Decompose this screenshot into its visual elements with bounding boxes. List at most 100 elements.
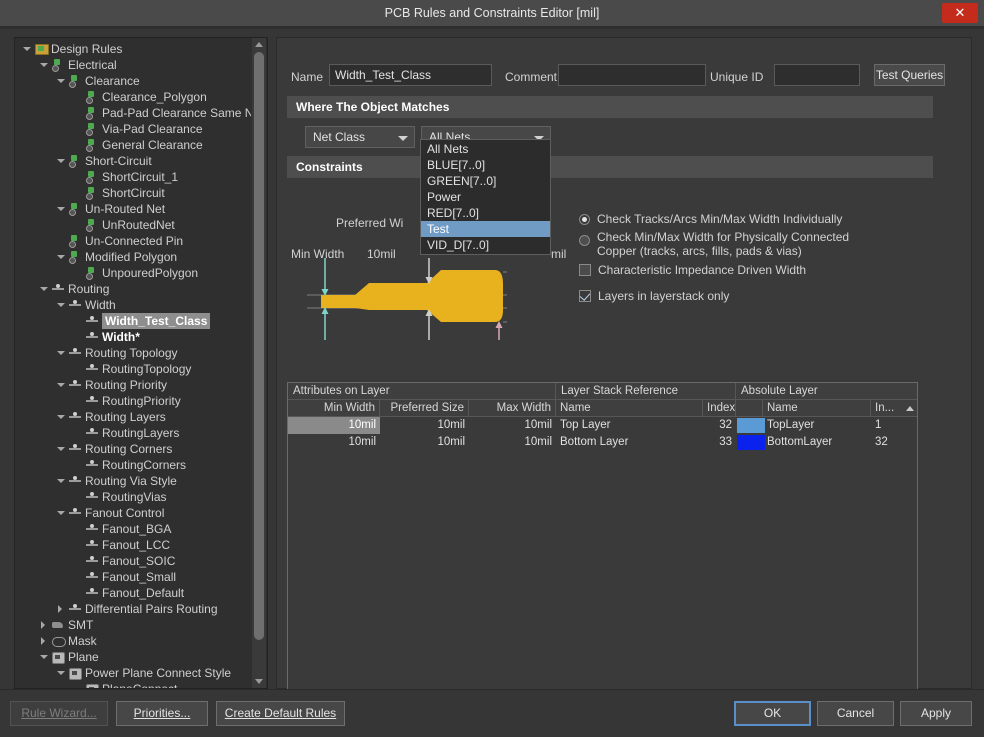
chevron-right-icon[interactable]	[41, 637, 45, 645]
column-header-preferred-size[interactable]: Preferred Size	[380, 400, 469, 417]
close-icon[interactable]: ✕	[942, 3, 978, 23]
ok-button[interactable]: OK	[734, 701, 811, 726]
tree-item-general-clearance[interactable]: General Clearance	[15, 137, 251, 153]
chevron-down-icon[interactable]	[40, 287, 48, 291]
tree-item-planeconnect[interactable]: PlaneConnect	[15, 681, 251, 688]
tree-item-fanout-lcc[interactable]: Fanout_LCC	[15, 537, 251, 553]
chevron-down-icon[interactable]	[57, 207, 65, 211]
tree-item-power-plane-connect-style[interactable]: Power Plane Connect Style	[15, 665, 251, 681]
tree-item-shortcircuit-1[interactable]: ShortCircuit_1	[15, 169, 251, 185]
column-header-abs-name[interactable]: Name	[763, 400, 871, 417]
chevron-down-icon[interactable]	[57, 511, 65, 515]
tree-item-routing-layers[interactable]: Routing Layers	[15, 409, 251, 425]
tree-item-routing-priority[interactable]: Routing Priority	[15, 377, 251, 393]
chevron-down-icon[interactable]	[57, 383, 65, 387]
tree-item-modified-polygon[interactable]: Modified Polygon	[15, 249, 251, 265]
unique-id-input[interactable]	[774, 64, 860, 86]
chevron-up-icon[interactable]	[255, 42, 263, 47]
tree-item-routing-via-style[interactable]: Routing Via Style	[15, 473, 251, 489]
tree-item-clearance-polygon[interactable]: Clearance_Polygon	[15, 89, 251, 105]
rule-wizard-button[interactable]: Rule Wizard...	[10, 701, 108, 726]
chevron-down-icon[interactable]	[57, 671, 65, 675]
tree-item-plane[interactable]: Plane	[15, 649, 251, 665]
chevron-down-icon[interactable]	[255, 679, 263, 684]
tree-item-width-test-class[interactable]: Width_Test_Class	[15, 313, 251, 329]
chevron-down-icon[interactable]	[57, 303, 65, 307]
column-header-color[interactable]	[736, 400, 763, 417]
tree-item-clearance[interactable]: Clearance	[15, 73, 251, 89]
tree-item-fanout-default[interactable]: Fanout_Default	[15, 585, 251, 601]
tree-item-routingvias[interactable]: RoutingVias	[15, 489, 251, 505]
tree-item-fanout-control[interactable]: Fanout Control	[15, 505, 251, 521]
dropdown-option-test[interactable]: Test	[421, 221, 550, 237]
apply-button[interactable]: Apply	[900, 701, 972, 726]
dropdown-option-power[interactable]: Power	[421, 189, 550, 205]
dropdown-option-all-nets[interactable]: All Nets	[421, 141, 550, 157]
layer-color-swatch[interactable]	[737, 418, 765, 433]
tree-item-mask[interactable]: Mask	[15, 633, 251, 649]
priorities-button[interactable]: Priorities...	[116, 701, 208, 726]
tree-item-fanout-small[interactable]: Fanout_Small	[15, 569, 251, 585]
column-header-ls-index[interactable]: Index	[703, 400, 736, 417]
design-rules-tree[interactable]: Design Rules Electrical Clearance Clearance…	[14, 37, 268, 689]
radio-check-individually[interactable]	[579, 214, 590, 225]
chevron-down-icon[interactable]	[57, 255, 65, 259]
tree-item-routingpriority[interactable]: RoutingPriority	[15, 393, 251, 409]
column-header-min-width[interactable]: Min Width	[288, 400, 380, 417]
tree-item-routingtopology[interactable]: RoutingTopology	[15, 361, 251, 377]
tree-item-shortcircuit[interactable]: ShortCircuit	[15, 185, 251, 201]
checkbox-impedance-driven-width[interactable]	[579, 264, 591, 276]
chevron-down-icon[interactable]	[40, 655, 48, 659]
chevron-down-icon[interactable]	[57, 79, 65, 83]
dropdown-option-green-7-0[interactable]: GREEN[7..0]	[421, 173, 550, 189]
chevron-down-icon[interactable]	[40, 63, 48, 67]
layer-color-swatch[interactable]	[737, 435, 765, 450]
dropdown-option-vid-d-7-0[interactable]: VID_D[7..0]	[421, 237, 550, 253]
column-header-abs-index[interactable]: In...	[871, 400, 917, 417]
tree-item-differential-pairs-routing[interactable]: Differential Pairs Routing	[15, 601, 251, 617]
tree-item-via-pad-clearance[interactable]: Via-Pad Clearance	[15, 121, 251, 137]
tree-item-fanout-soic[interactable]: Fanout_SOIC	[15, 553, 251, 569]
tree-item-un-routed-net[interactable]: Un-Routed Net	[15, 201, 251, 217]
create-default-rules-button[interactable]: Create Default Rules	[216, 701, 345, 726]
tree-item-design-rules[interactable]: Design Rules	[15, 41, 251, 57]
chevron-down-icon[interactable]	[57, 447, 65, 451]
chevron-right-icon[interactable]	[58, 605, 62, 613]
tree-item-fanout-bga[interactable]: Fanout_BGA	[15, 521, 251, 537]
name-input[interactable]: Width_Test_Class	[329, 64, 492, 86]
tree-item-smt[interactable]: SMT	[15, 617, 251, 633]
column-header-max-width[interactable]: Max Width	[469, 400, 556, 417]
chevron-down-icon[interactable]	[23, 47, 31, 51]
netclass-dropdown-list[interactable]: All Nets BLUE[7..0] GREEN[7..0] Power RED[7.…	[420, 139, 551, 255]
tree-item-routinglayers[interactable]: RoutingLayers	[15, 425, 251, 441]
tree-scrollbar-thumb[interactable]	[254, 52, 264, 640]
comment-input[interactable]	[558, 64, 706, 86]
cancel-button[interactable]: Cancel	[817, 701, 894, 726]
tree-item-routing-corners[interactable]: Routing Corners	[15, 441, 251, 457]
tree-item-unroutednet[interactable]: UnRoutedNet	[15, 217, 251, 233]
chevron-right-icon[interactable]	[41, 621, 45, 629]
tree-item-width[interactable]: Width	[15, 297, 251, 313]
tree-item-routingcorners[interactable]: RoutingCorners	[15, 457, 251, 473]
chevron-down-icon[interactable]	[57, 159, 65, 163]
chevron-down-icon[interactable]	[57, 351, 65, 355]
test-queries-button[interactable]: Test Queries	[874, 64, 945, 86]
radio-check-connected-copper[interactable]	[579, 235, 590, 246]
column-header-ls-name[interactable]: Name	[556, 400, 703, 417]
dropdown-option-blue-7-0[interactable]: BLUE[7..0]	[421, 157, 550, 173]
tree-item-unpouredpolygon[interactable]: UnpouredPolygon	[15, 265, 251, 281]
chevron-down-icon[interactable]	[57, 415, 65, 419]
tree-item-un-connected-pin[interactable]: Un-Connected Pin	[15, 233, 251, 249]
tree-item-routing-topology[interactable]: Routing Topology	[15, 345, 251, 361]
tree-item-routing[interactable]: Routing	[15, 281, 251, 297]
chevron-down-icon[interactable]	[57, 479, 65, 483]
tree-item-pad-pad-clearance-same-ne[interactable]: Pad-Pad Clearance Same Ne	[15, 105, 251, 121]
scope-combo[interactable]: Net Class	[305, 126, 415, 148]
checkbox-layers-in-layerstack-only[interactable]	[579, 290, 591, 302]
tree-item-width[interactable]: Width*	[15, 329, 251, 345]
tree-item-electrical[interactable]: Electrical	[15, 57, 251, 73]
layer-attributes-table[interactable]: Attributes on Layer Layer Stack Referenc…	[287, 382, 918, 694]
tree-item-short-circuit[interactable]: Short-Circuit	[15, 153, 251, 169]
tree-scrollbar[interactable]	[252, 38, 266, 688]
dropdown-option-red-7-0[interactable]: RED[7..0]	[421, 205, 550, 221]
